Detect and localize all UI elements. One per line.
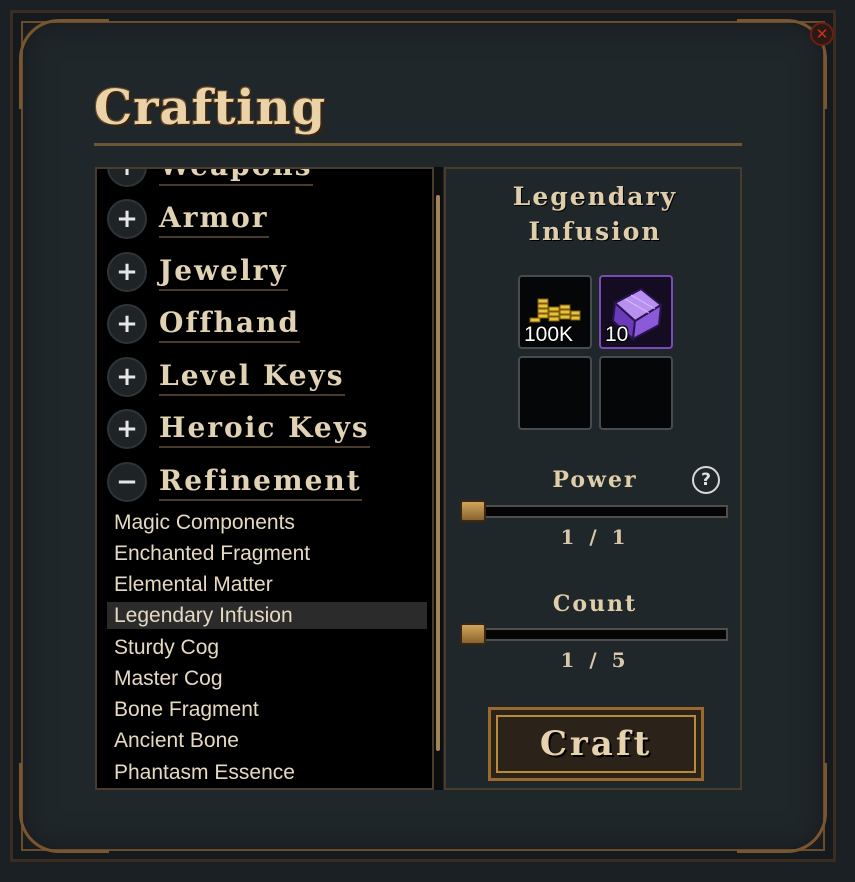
category-offhand[interactable]: + Offhand: [107, 302, 300, 346]
expand-icon[interactable]: +: [107, 252, 147, 292]
list-item[interactable]: Master Cog: [107, 665, 427, 692]
count-label: Count: [552, 591, 638, 617]
category-armor[interactable]: + Armor: [107, 197, 269, 241]
expand-icon[interactable]: +: [107, 199, 147, 239]
category-level-keys[interactable]: + Level Keys: [107, 355, 345, 399]
category-label: Jewelry: [159, 253, 288, 291]
list-item[interactable]: Sturdy Cog: [107, 634, 427, 661]
ingredient-slot-gold[interactable]: 100K: [518, 275, 592, 349]
list-item[interactable]: Ancient Bone: [107, 727, 427, 754]
ingredient-quantity: 100K: [524, 323, 574, 346]
category-label: Refinement: [159, 463, 362, 501]
help-icon[interactable]: ?: [692, 466, 720, 494]
close-icon: ✕: [815, 25, 829, 43]
collapse-icon[interactable]: −: [107, 462, 147, 502]
ornament-corner-bottom-right: [737, 763, 827, 853]
category-label: Weapons: [159, 169, 313, 186]
expand-icon[interactable]: +: [107, 409, 147, 449]
recipe-title-line-1: Legendary: [512, 182, 678, 211]
ingredient-slot-empty[interactable]: [518, 356, 592, 430]
title-divider: [94, 143, 742, 146]
list-item[interactable]: Magic Components: [107, 509, 427, 536]
category-heroic-keys[interactable]: + Heroic Keys: [107, 407, 370, 451]
craft-button[interactable]: Craft: [488, 707, 704, 781]
expand-icon[interactable]: +: [107, 304, 147, 344]
recipe-panel: Legendary Infusion 100K 10 Power ? 1 / 1…: [444, 167, 742, 790]
close-button[interactable]: ✕: [810, 22, 834, 46]
ingredient-slot-crystal[interactable]: 10: [599, 275, 673, 349]
list-item[interactable]: Enchanted Fragment: [107, 540, 427, 567]
scrollbar-thumb[interactable]: [436, 195, 440, 751]
list-item-selected[interactable]: Legendary Infusion: [107, 602, 427, 629]
recipe-title: Legendary Infusion: [446, 179, 744, 249]
category-label: Offhand: [159, 305, 300, 343]
list-item[interactable]: Phantasm Essence: [107, 759, 427, 786]
list-scrollbar[interactable]: [432, 167, 443, 790]
expand-icon[interactable]: +: [107, 169, 147, 187]
power-value: 1 / 1: [560, 525, 630, 549]
category-jewelry[interactable]: + Jewelry: [107, 250, 288, 294]
count-value: 1 / 5: [560, 648, 630, 672]
category-refinement[interactable]: − Refinement: [107, 460, 362, 504]
count-slider-handle[interactable]: [460, 623, 486, 645]
power-slider-track[interactable]: [460, 505, 728, 518]
expand-icon[interactable]: +: [107, 357, 147, 397]
window-title: Crafting: [94, 80, 327, 136]
category-list[interactable]: + Weapons + Armor + Jewelry + Offhand + …: [95, 167, 443, 790]
list-item[interactable]: Bone Fragment: [107, 696, 427, 723]
ingredient-slot-empty[interactable]: [599, 356, 673, 430]
recipe-title-line-2: Infusion: [528, 217, 662, 246]
category-label: Armor: [159, 200, 269, 238]
category-weapons[interactable]: + Weapons: [107, 169, 313, 189]
list-item[interactable]: Elemental Matter: [107, 571, 427, 598]
ingredient-quantity: 10: [605, 323, 629, 346]
power-slider-handle[interactable]: [460, 500, 486, 522]
category-label: Level Keys: [159, 358, 345, 396]
category-label: Heroic Keys: [159, 410, 370, 448]
count-slider-track[interactable]: [460, 628, 728, 641]
